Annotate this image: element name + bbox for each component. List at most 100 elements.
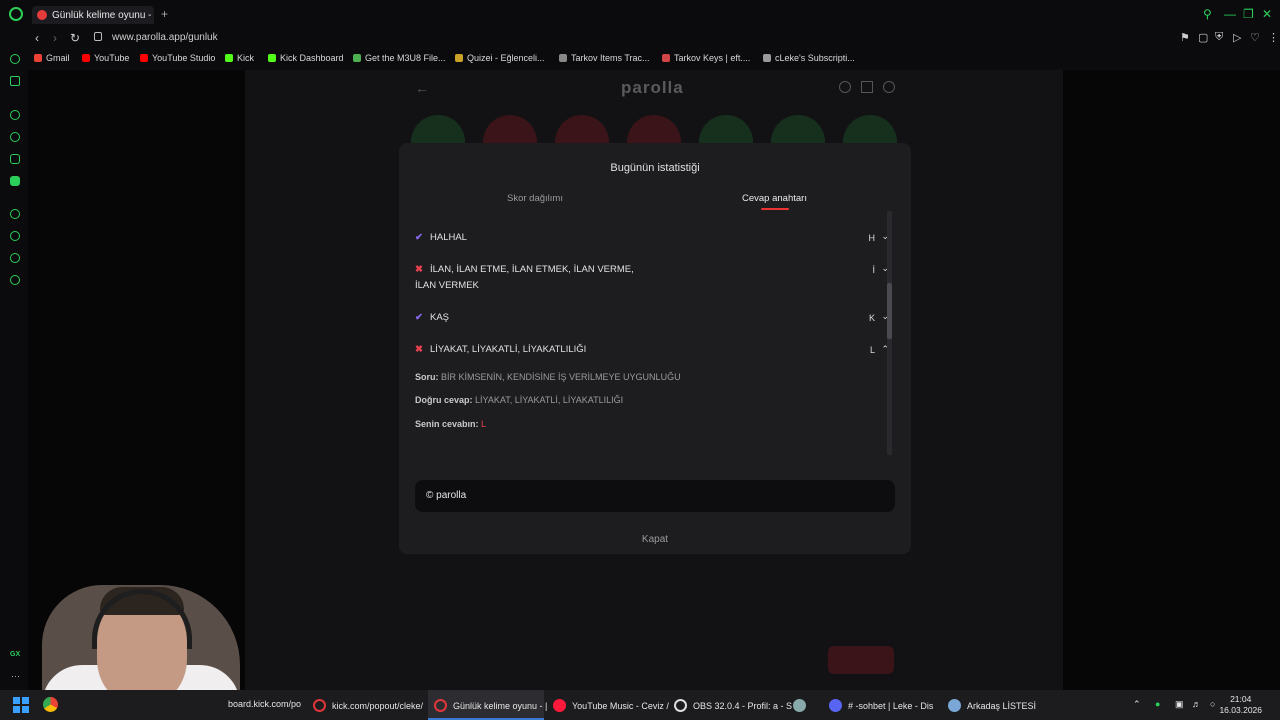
bookmark-tarkov-items[interactable]: Tarkov Items Trac... xyxy=(559,53,650,63)
taskbar-item[interactable]: OBS 32.0.4 - Profil: a - S xyxy=(674,699,792,712)
active-tab-indicator xyxy=(761,208,789,210)
bookmark-youtube[interactable]: YouTube xyxy=(82,53,129,63)
snapshot-icon[interactable]: ▢ xyxy=(1198,31,1208,44)
aria-icon[interactable] xyxy=(10,54,20,64)
taskbar-item[interactable]: kick.com/popout/cleke/ xyxy=(313,699,423,712)
close-window-icon[interactable]: ✕ xyxy=(1262,7,1272,21)
bookmark-m3u8[interactable]: Get the M3U8 File... xyxy=(353,53,446,63)
quizei-icon xyxy=(455,54,463,62)
answer-row[interactable]: ✔ KAŞ xyxy=(415,310,885,326)
taskbar-item[interactable] xyxy=(793,699,812,712)
player-icon[interactable] xyxy=(10,209,20,219)
copyright-footer: © parolla xyxy=(415,480,895,512)
kick-dashboard-icon xyxy=(268,54,276,62)
search-icon[interactable]: ⚲ xyxy=(1203,7,1212,21)
more-icon[interactable]: ⋯ xyxy=(11,671,20,682)
bookmark-quizei[interactable]: Quizei - Eğlenceli... xyxy=(455,53,545,63)
discord-icon xyxy=(829,699,842,712)
system-clock[interactable]: 21:04 16.03.2026 xyxy=(1219,694,1262,716)
steam-icon xyxy=(948,699,961,712)
info-icon[interactable] xyxy=(839,81,851,93)
browser-sidebar: GX ⋯ xyxy=(0,28,28,690)
tab-title: Günlük kelime oyunu - par xyxy=(52,10,154,21)
back-arrow-icon[interactable]: ← xyxy=(415,80,429,96)
taskbar-item[interactable]: # -sohbet | Leke - Dis xyxy=(829,699,933,712)
minimize-icon[interactable]: — xyxy=(1224,7,1236,21)
tray-chevron-icon[interactable]: ⌃ xyxy=(1133,699,1141,710)
display-icon[interactable]: ▣ xyxy=(1175,699,1184,710)
taskbar-item[interactable]: Arkadaş LİSTESİ xyxy=(948,699,1036,712)
settings-app-icon xyxy=(793,699,806,712)
restore-icon[interactable]: ❐ xyxy=(1243,7,1254,21)
lock-icon xyxy=(94,32,102,41)
bookmarks-bar: Gmail YouTube YouTube Studio Kick Kick D… xyxy=(28,50,1280,68)
submit-button[interactable] xyxy=(828,646,894,674)
bookmark-kick-dashboard[interactable]: Kick Dashboard xyxy=(268,53,344,63)
history-icon[interactable] xyxy=(10,231,20,241)
bookmark-cleke-subs[interactable]: cLeke's Subscripti... xyxy=(763,53,855,63)
taskbar-item[interactable]: YouTube Music - Ceviz / xyxy=(553,699,669,712)
heart-icon[interactable]: ♡ xyxy=(1250,31,1260,44)
tarkov-items-icon xyxy=(559,54,567,62)
cross-icon: ✖ xyxy=(415,344,423,355)
bookmark-kick[interactable]: Kick xyxy=(225,53,254,63)
your-answer-detail: Senin cevabın: L xyxy=(415,419,487,429)
answer-row-expanded[interactable]: ✖ LİYAKAT, LİYAKATLİ, LİYAKATLILIĞI xyxy=(415,342,885,358)
opera-gx-icon xyxy=(434,699,447,712)
m3u8-icon xyxy=(353,54,361,62)
row-letter: K xyxy=(868,313,875,323)
kick-icon xyxy=(225,54,233,62)
chrome-icon[interactable] xyxy=(43,697,58,712)
workspaces-icon[interactable] xyxy=(10,76,20,86)
row-letter: İ xyxy=(872,265,875,275)
settings-gear-icon[interactable] xyxy=(10,275,20,285)
parolla-favicon-icon xyxy=(37,10,47,20)
profile-icon[interactable] xyxy=(883,81,895,93)
windows-taskbar: board.kick.com/po kick.com/popout/cleke/… xyxy=(0,690,1280,720)
stats-modal: Bugünün istatistiği Skor dağılımı Cevap … xyxy=(399,143,911,554)
check-icon: ✔ xyxy=(415,232,423,243)
address-bar: ‹ › ↻ www.parolla.app/gunluk ⚑ ▢ ⛨ ▷ ♡ ⋮ xyxy=(28,28,1280,48)
shield-icon[interactable]: ⛨ xyxy=(1215,31,1223,44)
bookmark-tarkov-keys[interactable]: Tarkov Keys | eft.... xyxy=(662,53,750,63)
url-field[interactable]: www.parolla.app/gunluk xyxy=(112,32,218,43)
bookmark-youtube-studio[interactable]: YouTube Studio xyxy=(140,53,215,63)
mic-icon[interactable]: ● xyxy=(1155,699,1160,709)
opera-gx-icon xyxy=(313,699,326,712)
stats-icon[interactable] xyxy=(861,81,873,93)
windows-start-icon[interactable] xyxy=(13,697,29,713)
cross-icon: ✖ xyxy=(415,264,423,275)
taskbar-item[interactable]: board.kick.com/po xyxy=(228,699,301,709)
row-letter: H xyxy=(868,233,876,243)
gmail-icon xyxy=(34,54,42,62)
opera-logo-icon[interactable] xyxy=(9,7,23,21)
play-icon[interactable]: ▷ xyxy=(1233,31,1241,44)
discord-icon[interactable] xyxy=(10,176,20,186)
new-tab-button[interactable]: + xyxy=(161,7,168,21)
extensions-icon[interactable] xyxy=(10,253,20,263)
bookmark-gmail[interactable]: Gmail xyxy=(34,53,70,63)
taskbar-item-active[interactable]: Günlük kelime oyunu - | xyxy=(434,699,547,712)
menu-icon[interactable]: ⋮ xyxy=(1268,31,1279,44)
reload-icon[interactable]: ↻ xyxy=(70,31,80,45)
network-icon[interactable]: ○ xyxy=(1210,699,1215,709)
tab-answer-key[interactable]: Cevap anahtarı xyxy=(742,193,807,204)
gx-icon[interactable]: GX xyxy=(10,651,20,658)
youtube-icon xyxy=(82,54,90,62)
instagram-icon[interactable] xyxy=(10,154,20,164)
tab-score-distribution[interactable]: Skor dağılımı xyxy=(507,193,563,204)
answer-row[interactable]: ✖ İLAN, İLAN ETME, İLAN ETMEK, İLAN VERME… xyxy=(415,262,885,294)
tarkov-keys-icon xyxy=(662,54,670,62)
pin-icon[interactable]: ⚑ xyxy=(1180,31,1190,44)
chatgpt-icon[interactable] xyxy=(10,110,20,120)
active-tab[interactable]: Günlük kelime oyunu - par xyxy=(32,6,154,24)
forward-icon[interactable]: › xyxy=(53,31,57,45)
correct-answer-detail: Doğru cevap: LİYAKAT, LİYAKATLİ, LİYAKAT… xyxy=(415,395,624,405)
youtube-studio-icon xyxy=(140,54,148,62)
whatsapp-icon[interactable] xyxy=(10,132,20,142)
scrollbar-thumb[interactable] xyxy=(887,283,892,339)
back-icon[interactable]: ‹ xyxy=(35,31,39,45)
close-button[interactable]: Kapat xyxy=(399,534,911,545)
answer-row[interactable]: ✔ HALHAL xyxy=(415,230,885,246)
volume-icon[interactable]: ♬ xyxy=(1192,699,1201,709)
